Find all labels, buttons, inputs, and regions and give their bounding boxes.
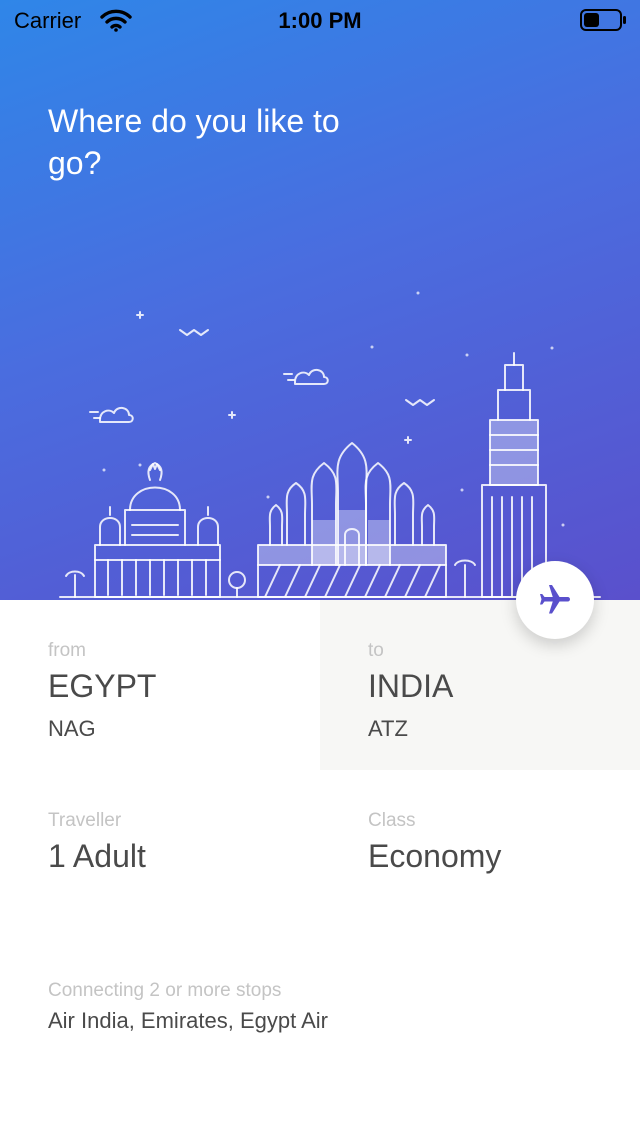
destination-country: INDIA (368, 668, 454, 704)
class-value: Economy (368, 838, 502, 874)
battery-icon (580, 9, 626, 31)
origin-country: EGYPT (48, 668, 157, 704)
status-time: 1:00 PM (278, 8, 362, 33)
airlines-list: Air India, Emirates, Egypt Air (48, 1008, 328, 1033)
traveller-selector[interactable]: Traveller 1 Adult (0, 770, 320, 940)
flight-search-screen: Carrier 1:00 PM Where do you like to go? (0, 0, 640, 1136)
destination-selector[interactable]: to INDIA ATZ (320, 600, 640, 770)
page-title: Where do you like to go? (48, 103, 340, 181)
traveller-label: Traveller (48, 810, 122, 831)
airplane-icon (540, 585, 570, 614)
class-label: Class (368, 810, 416, 831)
city-skyline-illustration (59, 291, 601, 598)
status-bar: Carrier 1:00 PM (0, 0, 640, 40)
search-flights-button[interactable] (516, 561, 594, 639)
stops-label: Connecting 2 or more stops (48, 980, 282, 1001)
traveller-count: 1 Adult (48, 838, 146, 874)
hero-banner: Carrier 1:00 PM Where do you like to go? (0, 0, 640, 600)
origin-label: from (48, 640, 86, 661)
origin-airport-code: NAG (48, 716, 96, 741)
class-selector[interactable]: Class Economy (320, 770, 640, 940)
stops-info[interactable]: Connecting 2 or more stops Air India, Em… (0, 940, 640, 1136)
origin-selector[interactable]: from EGYPT NAG (0, 600, 320, 770)
destination-label: to (368, 640, 384, 661)
destination-airport-code: ATZ (368, 716, 408, 741)
